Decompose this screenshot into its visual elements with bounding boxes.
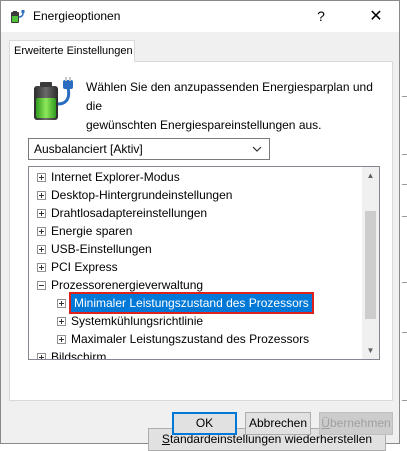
tree-item[interactable]: Energie sparen <box>37 222 359 240</box>
chevron-down-icon <box>252 146 262 152</box>
cancel-button[interactable]: Abbrechen <box>245 412 311 435</box>
tree-item-label: Bildschirm <box>51 350 107 360</box>
tree-item-label: PCI Express <box>51 260 118 274</box>
tree-vertical-scrollbar[interactable]: ▲ ▼ <box>362 167 379 359</box>
expand-toggle-icon[interactable] <box>37 191 46 200</box>
power-battery-icon <box>34 77 73 120</box>
tree-item[interactable]: Internet Explorer-Modus <box>37 168 359 186</box>
tree-item[interactable]: Prozessorenergieverwaltung <box>37 276 359 294</box>
title-bar[interactable]: Energieoptionen ? ✕ <box>1 1 399 32</box>
tree-item-label: Prozessorenergieverwaltung <box>51 278 204 292</box>
tree-item-label: Systemkühlungsrichtlinie <box>71 314 204 328</box>
tree-item-label: Maximaler Leistungszustand des Prozessor… <box>71 332 310 346</box>
window-title: Energieoptionen <box>33 9 121 23</box>
tree-item[interactable]: PCI Express <box>37 258 359 276</box>
scroll-up-arrow-icon[interactable]: ▲ <box>362 167 379 184</box>
apply-button[interactable]: Übernehmen <box>319 412 393 435</box>
expand-toggle-icon[interactable] <box>37 227 46 236</box>
tree-item[interactable]: USB-Einstellungen <box>37 240 359 258</box>
tree-item[interactable]: Minimaler Leistungszustand des Prozessor… <box>57 292 359 314</box>
expand-toggle-icon[interactable] <box>37 209 46 218</box>
expand-toggle-icon[interactable] <box>57 299 66 308</box>
expand-toggle-icon[interactable] <box>37 353 46 359</box>
background-window-edge <box>400 0 407 444</box>
close-button[interactable]: ✕ <box>354 1 398 32</box>
energy-options-dialog: Energieoptionen ? ✕ Erweiterte Einstellu… <box>0 0 400 451</box>
tree-item[interactable]: Bildschirm <box>37 348 359 360</box>
expand-toggle-icon[interactable] <box>37 263 46 272</box>
advanced-settings-panel: Wählen Sie den anzupassenden Energiespar… <box>9 61 393 451</box>
description-line-1: Wählen Sie den anzupassenden Energiespar… <box>86 80 373 113</box>
tree-item[interactable]: Systemkühlungsrichtlinie <box>57 312 359 330</box>
description-text: Wählen Sie den anzupassenden Energiespar… <box>86 78 386 135</box>
tree-item-label: Energie sparen <box>51 224 133 238</box>
apply-label: bernehmen <box>329 416 391 430</box>
tree-item[interactable]: Desktop-Hintergrundeinstellungen <box>37 186 359 204</box>
ok-button[interactable]: OK <box>172 412 237 435</box>
tree-item-label: Minimaler Leistungszustand des Prozessor… <box>69 292 314 314</box>
expand-toggle-icon[interactable] <box>57 317 66 326</box>
tree-item-label: Internet Explorer-Modus <box>51 170 180 184</box>
tree-item-label: Desktop-Hintergrundeinstellungen <box>51 188 233 202</box>
help-button[interactable]: ? <box>299 1 343 32</box>
apply-accel: Ü <box>321 416 330 430</box>
collapse-toggle-icon[interactable] <box>37 281 46 290</box>
battery-plug-icon <box>11 10 25 23</box>
tree-item-label: Drahtlosadaptereinstellungen <box>51 206 208 220</box>
description-line-2: gewünschten Energiespareinstellungen aus… <box>86 118 322 132</box>
scroll-down-arrow-icon[interactable]: ▼ <box>362 342 379 359</box>
tab-advanced-settings[interactable]: Erweiterte Einstellungen <box>9 40 135 62</box>
tree-item-label: USB-Einstellungen <box>51 242 152 256</box>
expand-toggle-icon[interactable] <box>37 245 46 254</box>
power-plan-select[interactable]: Ausbalanciert [Aktiv] <box>28 138 270 160</box>
expand-toggle-icon[interactable] <box>57 335 66 344</box>
power-plan-selected-value: Ausbalanciert [Aktiv] <box>34 142 143 156</box>
scrollbar-thumb[interactable] <box>365 211 376 319</box>
tree-item[interactable]: Drahtlosadaptereinstellungen <box>37 204 359 222</box>
expand-toggle-icon[interactable] <box>37 173 46 182</box>
tree-item[interactable]: Maximaler Leistungszustand des Prozessor… <box>57 330 359 348</box>
power-settings-tree[interactable]: Internet Explorer-Modus Desktop-Hintergru… <box>28 166 380 360</box>
